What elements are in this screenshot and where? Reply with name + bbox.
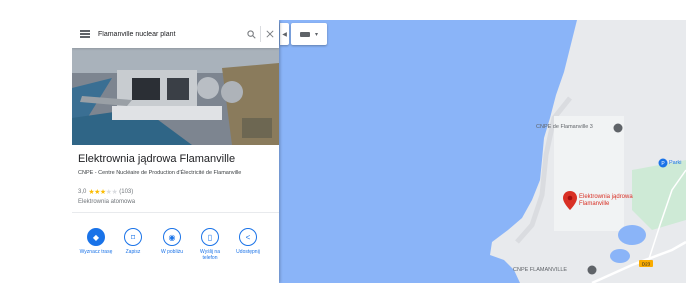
place-photo[interactable] bbox=[72, 48, 279, 145]
poi-marker-cnpe3 bbox=[613, 123, 623, 133]
send-to-phone-label: Wyślij na telefon bbox=[200, 249, 220, 261]
road-label: D23 bbox=[642, 262, 651, 267]
place-title: Elektrownia jądrowa Flamanville bbox=[78, 153, 236, 165]
nearby-icon: ◉ bbox=[163, 228, 181, 246]
map-label-cnpe[interactable]: CNPE FLAMANVILLE bbox=[513, 267, 567, 273]
pond bbox=[618, 225, 646, 245]
place-panel: Flamanville nuclear plant Elektrownia ją… bbox=[72, 20, 279, 283]
send-to-phone-button[interactable]: ▯ Wyślij na telefon bbox=[192, 228, 228, 261]
directions-button[interactable]: ◆ Wyznacz trasę bbox=[78, 228, 114, 255]
location-pin-dot bbox=[567, 195, 573, 201]
keyboard-icon bbox=[299, 31, 310, 37]
plant-area bbox=[554, 116, 624, 231]
map-viewport: D23 P CNPE de Flamanville 3 Parki CNPE F… bbox=[72, 20, 686, 283]
menu-icon[interactable] bbox=[72, 20, 98, 48]
nearby-button[interactable]: ◉ W pobliżu bbox=[154, 228, 190, 255]
map-label-parking[interactable]: Parki bbox=[669, 160, 682, 166]
review-count[interactable]: (103) bbox=[119, 189, 133, 195]
caret-down-icon: ▾ bbox=[314, 31, 318, 38]
star-rating-icon: ★★★★★ bbox=[88, 189, 118, 196]
rating-row: 3,0 ★★★★★ (103) bbox=[78, 188, 133, 196]
share-button[interactable]: < Udostępnij bbox=[230, 228, 266, 255]
search-box[interactable]: Flamanville nuclear plant bbox=[72, 20, 279, 48]
action-bar: ◆ Wyznacz trasę ⌑ Zapisz ◉ W pobliżu ▯ W… bbox=[72, 228, 279, 278]
search-input[interactable]: Flamanville nuclear plant bbox=[98, 31, 242, 38]
save-label: Zapisz bbox=[125, 249, 141, 255]
pond bbox=[610, 249, 630, 263]
map-label-cnpe3[interactable]: CNPE de Flamanville 3 bbox=[536, 124, 593, 130]
bookmark-icon: ⌑ bbox=[124, 228, 142, 246]
directions-label: Wyznacz trasę bbox=[79, 249, 113, 255]
save-button[interactable]: ⌑ Zapisz bbox=[115, 228, 151, 255]
share-label: Udostępnij bbox=[236, 249, 260, 255]
place-subtitle: CNPE - Centre Nucléaire de Production d'… bbox=[78, 170, 242, 176]
input-tools-button[interactable]: ▾ bbox=[291, 23, 327, 45]
divider bbox=[72, 212, 279, 213]
chevron-left-icon: ◀ bbox=[282, 31, 287, 38]
share-icon: < bbox=[239, 228, 257, 246]
close-icon[interactable] bbox=[261, 20, 279, 48]
nearby-label: W pobliżu bbox=[161, 249, 183, 255]
poi-marker-cnpe bbox=[587, 265, 597, 275]
place-category[interactable]: Elektrownia atomowa bbox=[78, 199, 135, 205]
rating-value: 3,0 bbox=[78, 189, 87, 195]
send-to-phone-icon: ▯ bbox=[201, 228, 219, 246]
map-label-pin[interactable]: Elektrownia jądrowa Flamanville bbox=[579, 194, 633, 208]
directions-icon: ◆ bbox=[87, 228, 105, 246]
collapse-panel-button[interactable]: ◀ bbox=[280, 23, 289, 45]
search-icon[interactable] bbox=[242, 20, 260, 48]
